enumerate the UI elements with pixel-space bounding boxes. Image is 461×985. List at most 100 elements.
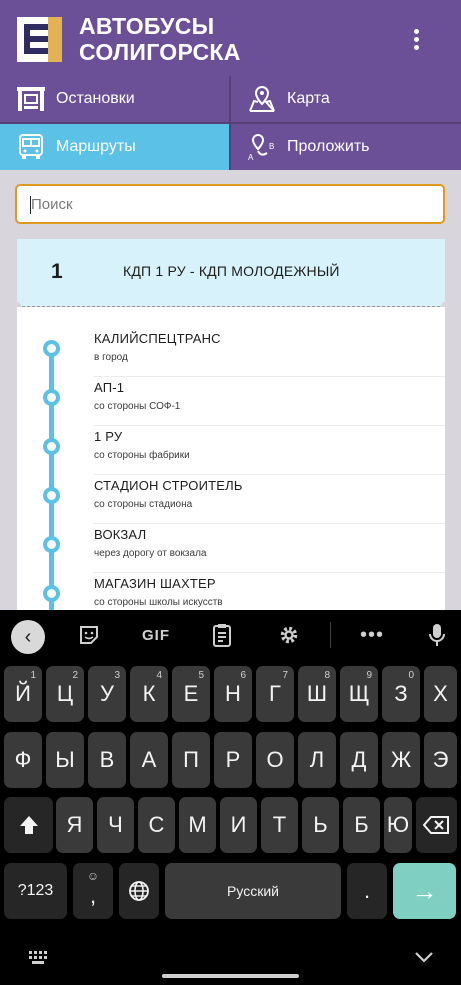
nav-stops-label: Остановки [56, 90, 135, 107]
nav-routes-label: Маршруты [56, 138, 136, 155]
stop-marker-icon [43, 389, 60, 406]
route-stops-list: КАЛИЙСПЕЦТРАНС в город АП-1 со стороны С… [17, 307, 445, 610]
stop-marker-icon [43, 340, 60, 357]
stop-item[interactable]: СТАДИОН СТРОИТЕЛЬ со стороны стадиона [17, 475, 445, 524]
home-gesture-bar[interactable] [162, 974, 299, 978]
shift-key[interactable] [4, 797, 53, 853]
space-key[interactable]: Русский [165, 863, 341, 919]
language-key[interactable] [119, 863, 159, 919]
nav-divider [0, 122, 461, 124]
key-Щ[interactable]: Щ9 [340, 666, 378, 722]
key-М[interactable]: М [179, 797, 216, 853]
nav-map-button[interactable]: Карта [231, 76, 461, 122]
key-Э[interactable]: Э [424, 732, 457, 788]
stop-marker-icon [43, 536, 60, 553]
svg-text:A: A [248, 153, 254, 161]
soft-keyboard: ‹ GIF ••• Й1 Ц2 У3 К4 Е5 Н6 Г 7 Ш 8 Щ 9 … [0, 610, 461, 985]
key-А[interactable]: А [130, 732, 168, 788]
stop-item[interactable]: АП-1 со стороны СОФ-1 [17, 377, 445, 426]
nav-map-label: Карта [287, 90, 330, 107]
key-Л[interactable]: Л [298, 732, 336, 788]
key-Е[interactable]: Е5 [172, 666, 210, 722]
keyboard-toolbar: ‹ GIF ••• [0, 610, 461, 660]
key-И[interactable]: И [220, 797, 257, 853]
nav-plan-button[interactable]: A B Проложить [231, 124, 461, 170]
key-Б[interactable]: Б [343, 797, 380, 853]
key-О[interactable]: О [256, 732, 294, 788]
search-input[interactable] [17, 186, 443, 222]
gif-button[interactable]: GIF [142, 623, 170, 647]
key-Ь[interactable]: Ь [302, 797, 339, 853]
key-Д[interactable]: Д [340, 732, 378, 788]
stop-marker-icon [43, 438, 60, 455]
stop-marker-icon [43, 585, 60, 602]
key-З[interactable]: З0 [382, 666, 420, 722]
stop-item[interactable]: МАГАЗИН ШАХТЕР со стороны школы искусств [17, 573, 445, 610]
key-Ы[interactable]: Ы [46, 732, 84, 788]
stop-name: МАГАЗИН ШАХТЕР [94, 576, 216, 591]
key-Ф[interactable]: Ф [4, 732, 42, 788]
app-title-line1: АВТОБУСЫ [79, 13, 215, 39]
nav-routes-button[interactable]: Маршруты [0, 124, 229, 170]
keyboard-switch-icon[interactable] [29, 951, 49, 965]
clipboard-icon[interactable] [212, 623, 232, 647]
shift-arrow-icon [19, 816, 38, 834]
key-Г[interactable]: Г7 [256, 666, 294, 722]
backspace-key[interactable] [416, 797, 457, 853]
key-Я[interactable]: Я [56, 797, 93, 853]
more-vert-icon[interactable] [404, 24, 430, 54]
microphone-icon[interactable] [428, 623, 446, 647]
key-Н[interactable]: Н6 [214, 666, 252, 722]
key-К[interactable]: К4 [130, 666, 168, 722]
stop-name: 1 РУ [94, 429, 123, 444]
stop-item[interactable]: 1 РУ со стороны фабрики [17, 426, 445, 475]
key-Ц[interactable]: Ц2 [46, 666, 84, 722]
key-Р[interactable]: Р [214, 732, 252, 788]
route-ab-icon: A B [248, 133, 274, 161]
stop-name: АП-1 [94, 380, 125, 395]
stop-direction: в город [94, 352, 128, 363]
enter-key[interactable]: → [393, 863, 456, 919]
stop-item[interactable]: ВОКЗАЛ через дорогу от вокзала [17, 524, 445, 573]
search-box[interactable] [15, 184, 445, 224]
stop-name: ВОКЗАЛ [94, 527, 147, 542]
key-Ш[interactable]: Ш8 [298, 666, 336, 722]
app-bar: АВТОБУСЫ СОЛИГОРСКА [0, 0, 461, 76]
chevron-left-icon[interactable]: ‹ [11, 620, 45, 654]
sticker-icon[interactable] [78, 623, 100, 647]
nav-plan-label: Проложить [287, 138, 370, 155]
key-Й[interactable]: Й1 [4, 666, 42, 722]
stop-direction: со стороны фабрики [94, 450, 190, 461]
key-Х[interactable]: Х [424, 666, 457, 722]
map-pin-icon [249, 85, 275, 112]
key-Ж[interactable]: Ж [382, 732, 420, 788]
key-П[interactable]: П [172, 732, 210, 788]
stop-direction: со стороны школы искусств [94, 597, 223, 608]
stop-name: КАЛИЙСПЕЦТРАНС [94, 331, 221, 346]
app-title-line2: СОЛИГОРСКА [79, 39, 241, 65]
text-cursor [30, 196, 31, 214]
more-horiz-icon[interactable]: ••• [360, 623, 384, 647]
comma-key[interactable]: ☺ , [73, 863, 113, 919]
key-Т[interactable]: Т [261, 797, 298, 853]
key-Ю[interactable]: Ю [384, 797, 412, 853]
route-number: 1 [51, 260, 63, 283]
stop-item[interactable]: КАЛИЙСПЕЦТРАНС в город [17, 328, 445, 377]
svg-text:B: B [269, 142, 274, 151]
period-key[interactable]: . [347, 863, 387, 919]
stop-direction: со стороны стадиона [94, 499, 193, 510]
key-В[interactable]: В [88, 732, 126, 788]
chevron-down-icon[interactable] [414, 951, 434, 963]
stop-direction: со стороны СОФ-1 [94, 401, 181, 412]
key-С[interactable]: С [138, 797, 175, 853]
route-name: КДП 1 РУ - КДП МОЛОДЕЖНЫЙ [123, 263, 340, 279]
key-У[interactable]: У3 [88, 666, 126, 722]
app-title: АВТОБУСЫ СОЛИГОРСКА [79, 13, 241, 65]
route-card-header[interactable]: 1 КДП 1 РУ - КДП МОЛОДЕЖНЫЙ [17, 239, 445, 306]
emoji-hint-icon: ☺ [86, 869, 100, 883]
app-logo [17, 17, 62, 62]
symbols-key[interactable]: ?123 [4, 863, 67, 919]
key-Ч[interactable]: Ч [97, 797, 134, 853]
gear-icon[interactable] [278, 623, 300, 647]
nav-stops-button[interactable]: Остановки [0, 76, 229, 122]
